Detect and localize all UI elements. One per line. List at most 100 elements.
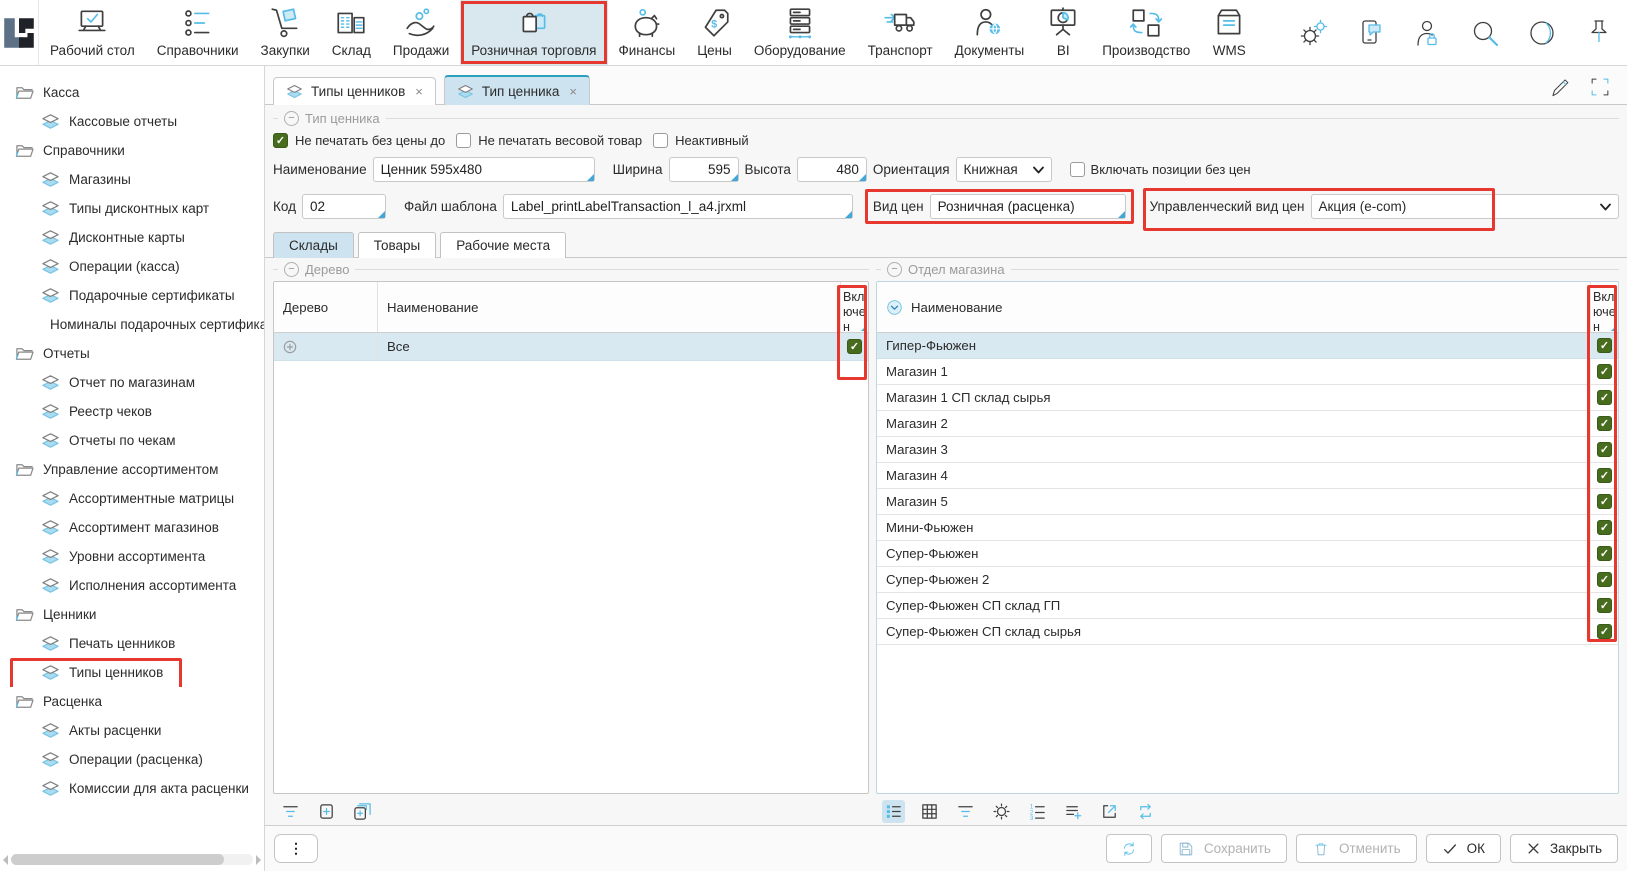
filter-icon[interactable] bbox=[279, 800, 302, 823]
more-actions-button[interactable] bbox=[274, 834, 318, 863]
sidebar-item[interactable]: Комиссии для акта расценки bbox=[0, 774, 264, 803]
department-name[interactable]: Магазин 1 bbox=[877, 359, 1591, 384]
sidebar-horizontal-scrollbar[interactable] bbox=[3, 853, 261, 866]
sidebar-item[interactable]: Уровни ассортимента bbox=[0, 542, 264, 571]
department-row[interactable]: Магазин 4 bbox=[877, 463, 1618, 489]
include-without-price-checkbox[interactable] bbox=[1070, 162, 1085, 177]
department-row[interactable]: Гипер-Фьюжен bbox=[877, 333, 1618, 359]
sidebar-item[interactable]: Кассовые отчеты bbox=[0, 107, 264, 136]
tab-price-tag-type[interactable]: Тип ценника × bbox=[444, 75, 590, 105]
sidebar-item[interactable]: Акты расценки bbox=[0, 716, 264, 745]
department-row[interactable]: Супер-Фьюжен СП склад сырья bbox=[877, 619, 1618, 645]
code-input[interactable] bbox=[302, 194, 386, 219]
department-name[interactable]: Магазин 3 bbox=[877, 437, 1591, 462]
checkbox[interactable] bbox=[1597, 598, 1612, 613]
device-messages-icon[interactable] bbox=[1356, 18, 1386, 48]
sidebar-item[interactable]: Операции (касса) bbox=[0, 252, 264, 281]
fullscreen-icon[interactable] bbox=[1589, 76, 1611, 98]
save-button[interactable]: Сохранить bbox=[1161, 834, 1287, 863]
department-included-cell[interactable] bbox=[1591, 442, 1618, 457]
toolbar-item-production[interactable]: Производство bbox=[1091, 0, 1201, 65]
checkbox[interactable] bbox=[1597, 416, 1612, 431]
width-input[interactable] bbox=[669, 157, 739, 182]
tree-expand-cell[interactable] bbox=[274, 333, 378, 360]
sidebar-item[interactable]: Ассортимент магазинов bbox=[0, 513, 264, 542]
user-lock-icon[interactable] bbox=[1413, 18, 1443, 48]
department-included-cell[interactable] bbox=[1591, 364, 1618, 379]
expand-node-icon[interactable] bbox=[315, 800, 338, 823]
checkbox[interactable] bbox=[1597, 546, 1612, 561]
height-field[interactable] bbox=[797, 157, 867, 182]
checkbox[interactable] bbox=[1597, 624, 1612, 639]
checkbox[interactable] bbox=[456, 133, 471, 148]
reload-cycle-icon[interactable] bbox=[1134, 800, 1157, 823]
checkbox[interactable] bbox=[1597, 468, 1612, 483]
price-kind-input[interactable] bbox=[930, 194, 1126, 219]
checkbox[interactable] bbox=[1597, 338, 1612, 353]
sidebar-item[interactable]: Отчеты по чекам bbox=[0, 426, 264, 455]
history-clock-icon[interactable] bbox=[1527, 18, 1557, 48]
column-header-included[interactable]: Включен bbox=[1591, 282, 1618, 332]
department-row[interactable]: Мини-Фьюжен bbox=[877, 515, 1618, 541]
subtab[interactable]: Товары bbox=[358, 232, 436, 258]
checkbox[interactable] bbox=[1597, 494, 1612, 509]
department-included-cell[interactable] bbox=[1591, 494, 1618, 509]
toolbar-item-finance[interactable]: Финансы bbox=[608, 0, 687, 65]
department-name[interactable]: Супер-Фьюжен bbox=[877, 541, 1591, 566]
tab-close-icon[interactable]: × bbox=[569, 84, 577, 99]
department-row[interactable]: Магазин 5 bbox=[877, 489, 1618, 515]
collapse-icon[interactable] bbox=[284, 262, 299, 277]
toolbar-item-transport[interactable]: Транспорт bbox=[857, 0, 944, 65]
checkbox[interactable] bbox=[1597, 442, 1612, 457]
cancel-button[interactable]: Отменить bbox=[1296, 834, 1417, 863]
toolbar-item-documents[interactable]: Документы bbox=[944, 0, 1036, 65]
sidebar-item[interactable]: Типы дисконтных карт bbox=[0, 194, 264, 223]
tree-row-name[interactable]: Все bbox=[378, 333, 841, 360]
pin-icon[interactable] bbox=[1584, 18, 1614, 48]
tab-price-tag-types[interactable]: Типы ценников × bbox=[273, 77, 436, 105]
toolbar-item-prices[interactable]: $ Цены bbox=[686, 0, 743, 65]
department-row[interactable]: Магазин 1 bbox=[877, 359, 1618, 385]
toolbar-item-wms[interactable]: WMS bbox=[1201, 0, 1257, 65]
toolbar-item-purchasing[interactable]: Закупки bbox=[250, 0, 321, 65]
department-row[interactable]: Супер-Фьюжен bbox=[877, 541, 1618, 567]
sidebar-item[interactable]: Реестр чеков bbox=[0, 397, 264, 426]
width-field[interactable] bbox=[669, 157, 739, 182]
checkbox[interactable] bbox=[1597, 520, 1612, 535]
sidebar-item[interactable]: Отчеты bbox=[0, 339, 264, 368]
department-row[interactable]: Супер-Фьюжен 2 bbox=[877, 567, 1618, 593]
sidebar-item[interactable]: Отчет по магазинам bbox=[0, 368, 264, 397]
department-included-cell[interactable] bbox=[1591, 520, 1618, 535]
sidebar-item[interactable]: Типы ценников bbox=[0, 658, 264, 687]
price-kind-field[interactable] bbox=[930, 194, 1126, 219]
sidebar-item[interactable]: Ассортиментные матрицы bbox=[0, 484, 264, 513]
sidebar-item[interactable]: Магазины bbox=[0, 165, 264, 194]
sidebar-item[interactable]: Исполнения ассортимента bbox=[0, 571, 264, 600]
department-included-cell[interactable] bbox=[1591, 416, 1618, 431]
toolbar-item-bi[interactable]: BI bbox=[1035, 0, 1091, 65]
department-name[interactable]: Магазин 1 СП склад сырья bbox=[877, 385, 1591, 410]
checkbox[interactable] bbox=[273, 133, 288, 148]
grid-view-icon[interactable] bbox=[918, 800, 941, 823]
column-header-name[interactable]: Наименование bbox=[877, 282, 1591, 332]
settings-gear-icon[interactable] bbox=[990, 800, 1013, 823]
name-input[interactable] bbox=[373, 157, 595, 182]
edit-pencil-icon[interactable] bbox=[1549, 76, 1571, 98]
department-included-cell[interactable] bbox=[1591, 390, 1618, 405]
mgmt-price-kind-select[interactable]: Акция (e-com) bbox=[1311, 194, 1619, 219]
toolbar-item-warehouse[interactable]: Склад bbox=[321, 0, 382, 65]
toolbar-item-desktop[interactable]: Рабочий стол bbox=[39, 0, 146, 65]
column-header-tree[interactable]: Дерево bbox=[274, 282, 378, 332]
department-name[interactable]: Мини-Фьюжен bbox=[877, 515, 1591, 540]
search-icon[interactable] bbox=[1470, 18, 1500, 48]
subtab[interactable]: Склады bbox=[273, 232, 354, 258]
sidebar-item[interactable]: Расценка bbox=[0, 687, 264, 716]
toolbar-item-sales[interactable]: Продажи bbox=[382, 0, 460, 65]
checkbox[interactable] bbox=[653, 133, 668, 148]
tree-row-all[interactable]: Все bbox=[274, 333, 868, 361]
scrollbar-track[interactable] bbox=[11, 854, 253, 865]
department-included-cell[interactable] bbox=[1591, 546, 1618, 561]
toolbar-item-references[interactable]: Справочники bbox=[146, 0, 250, 65]
department-included-cell[interactable] bbox=[1591, 338, 1618, 353]
sidebar-item[interactable]: Управление ассортиментом bbox=[0, 455, 264, 484]
